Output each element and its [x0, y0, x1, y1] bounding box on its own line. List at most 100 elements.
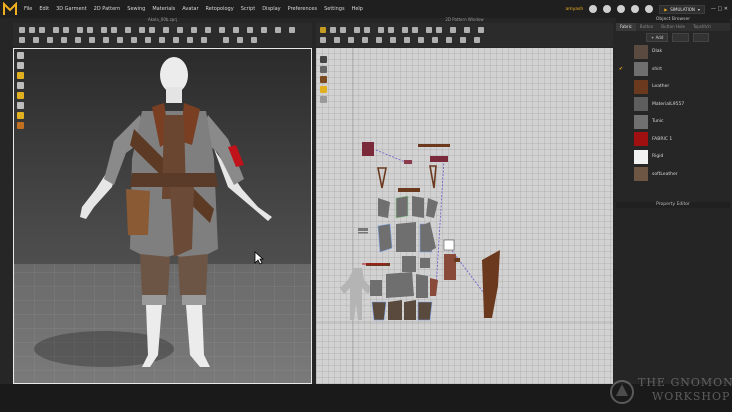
texture-2d-icon[interactable] — [464, 27, 470, 33]
menu-settings[interactable]: Settings — [324, 6, 345, 12]
add-point-icon[interactable] — [354, 27, 360, 33]
fabric-item[interactable]: FABRIC 1 — [616, 131, 730, 149]
lights-icon[interactable] — [237, 37, 243, 43]
puckering-icon[interactable] — [261, 27, 267, 33]
fitting-suit-icon[interactable] — [17, 82, 24, 89]
fabric-swatch[interactable] — [634, 97, 648, 112]
menu-avatar[interactable]: Avatar — [182, 6, 198, 12]
edit-curvature-icon[interactable] — [340, 27, 346, 33]
view-front-icon[interactable] — [17, 62, 24, 69]
fabric-grain-icon[interactable] — [460, 37, 466, 43]
circle-icon[interactable] — [125, 27, 131, 33]
rectangle-icon[interactable] — [111, 27, 117, 33]
annotation-icon[interactable] — [390, 37, 396, 43]
fit-map-icon[interactable] — [201, 37, 207, 43]
menu-materials[interactable]: Materials — [152, 6, 175, 12]
show-avatar-icon[interactable] — [131, 37, 137, 43]
check-sewing-icon[interactable] — [450, 27, 456, 33]
fabric-swatch[interactable] — [634, 79, 648, 94]
solidify-icon[interactable] — [75, 37, 81, 43]
menu-display[interactable]: Display — [262, 6, 280, 12]
user-icon[interactable] — [645, 5, 654, 13]
fabric-item[interactable]: Dlak — [616, 43, 730, 61]
pin-icon[interactable] — [53, 27, 59, 33]
show-pattern-icon[interactable] — [117, 37, 123, 43]
menu-help[interactable]: Help — [352, 6, 363, 12]
volume-icon[interactable] — [603, 5, 612, 13]
brush-icon[interactable] — [63, 27, 69, 33]
tab-fabric[interactable]: Fabric — [616, 23, 636, 31]
buttonhole-icon[interactable] — [191, 27, 197, 33]
cloud-icon[interactable] — [589, 5, 598, 13]
bell-icon[interactable] — [617, 5, 626, 13]
fabric-item[interactable]: MaterialL9557 — [616, 96, 730, 114]
tab-button[interactable]: Button — [636, 23, 657, 31]
menu-file[interactable]: File — [24, 6, 32, 12]
avatar-select-icon[interactable] — [17, 52, 24, 59]
edit-sewing-icon[interactable] — [47, 37, 53, 43]
dart-icon[interactable] — [412, 27, 418, 33]
print-layout-icon[interactable] — [474, 37, 480, 43]
segment-sew-2d-icon[interactable] — [426, 27, 432, 33]
strain-map-icon[interactable] — [187, 37, 193, 43]
grid-2d-icon[interactable] — [478, 27, 484, 33]
tab-topstitch[interactable]: Topstitch — [689, 23, 715, 31]
pleat-icon[interactable] — [404, 37, 410, 43]
freeze-icon[interactable] — [89, 37, 95, 43]
2d-pattern-viewport[interactable] — [316, 48, 613, 384]
arrange-icon[interactable] — [19, 37, 25, 43]
deactivate-icon[interactable] — [103, 37, 109, 43]
hair-icon[interactable] — [17, 112, 24, 119]
fabric-swatch[interactable] — [634, 167, 648, 182]
delete-fabric-button[interactable] — [692, 32, 710, 42]
help-icon[interactable] — [631, 5, 640, 13]
rectangle-2d-icon[interactable] — [378, 27, 384, 33]
menu-edit[interactable]: Edit — [39, 6, 49, 12]
layer-icon[interactable] — [33, 37, 39, 43]
elastic-icon[interactable] — [432, 37, 438, 43]
strengthen-icon[interactable] — [61, 37, 67, 43]
gather-icon[interactable] — [418, 37, 424, 43]
skeleton-icon[interactable] — [17, 102, 24, 109]
xray-icon[interactable] — [159, 37, 165, 43]
fabric-item[interactable]: softLeather — [616, 166, 730, 184]
internal-polygon-icon[interactable] — [402, 27, 408, 33]
measure-2d-icon[interactable] — [376, 37, 382, 43]
garment-fit-icon[interactable] — [77, 27, 83, 33]
polygon-icon[interactable] — [101, 27, 107, 33]
pose-icon[interactable] — [17, 92, 24, 99]
fold-2d-icon[interactable] — [320, 37, 326, 43]
fabric-item[interactable]: ✔ shirt — [616, 61, 730, 79]
segment-sewing-icon[interactable] — [139, 27, 145, 33]
select-mesh-icon[interactable] — [19, 27, 25, 33]
transform-icon[interactable] — [29, 27, 35, 33]
stress-map-icon[interactable] — [173, 37, 179, 43]
menu-preferences[interactable]: Preferences — [288, 6, 317, 12]
polygon-2d-icon[interactable] — [364, 27, 370, 33]
tab-button-hole[interactable]: Button Hole — [657, 23, 689, 31]
topstitch-icon[interactable] — [219, 27, 225, 33]
graphic-icon[interactable] — [275, 27, 281, 33]
add-fabric-button[interactable]: + Add — [646, 32, 669, 42]
fabric-item[interactable]: Rigid — [616, 148, 730, 166]
edit-pattern-icon[interactable] — [330, 27, 336, 33]
piping-icon[interactable] — [446, 37, 452, 43]
symmetry-icon[interactable] — [334, 37, 340, 43]
user-name[interactable]: amyash — [565, 7, 583, 12]
fabric-swatch[interactable] — [634, 149, 648, 164]
camera-icon[interactable] — [223, 37, 229, 43]
fabric-swatch[interactable] — [634, 44, 648, 59]
3d-garment-viewport[interactable] — [13, 48, 312, 384]
fabric-swatch[interactable] — [634, 132, 648, 147]
free-sew-2d-icon[interactable] — [436, 27, 442, 33]
simulation-toggle[interactable]: ▶ SIMULATION ▾ — [659, 4, 705, 14]
shoes-icon[interactable] — [17, 122, 24, 129]
texture-icon[interactable] — [247, 27, 253, 33]
fabric-item[interactable]: Tunic — [616, 113, 730, 131]
tack-icon[interactable] — [163, 27, 169, 33]
arrangement-point-icon[interactable] — [17, 72, 24, 79]
copy-fabric-button[interactable] — [672, 32, 689, 42]
shaded-view-icon[interactable] — [145, 37, 151, 43]
fold-icon[interactable] — [39, 27, 45, 33]
zipper-icon[interactable] — [205, 27, 211, 33]
